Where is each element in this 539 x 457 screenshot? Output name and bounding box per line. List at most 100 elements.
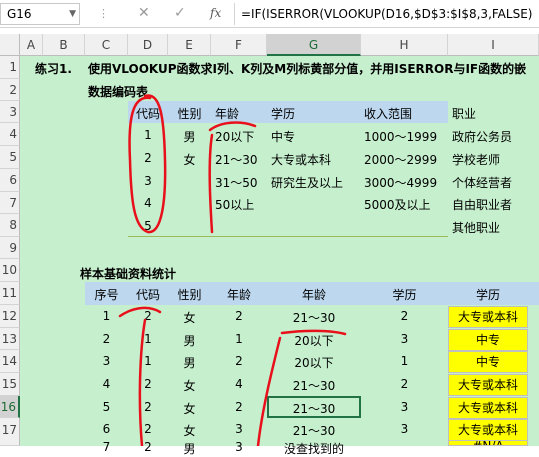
row-header-3[interactable]: 3: [0, 101, 20, 123]
table-row-age: 20以下: [294, 356, 334, 370]
table-row-gender: 男: [183, 356, 196, 370]
formula-bar: G16 ▼ ⋮ ✕ ✓ fx =IF(ISERROR(VLOOKUP(D16,$…: [0, 0, 539, 28]
row-header-17[interactable]: 17: [0, 418, 20, 446]
sample-header-code: 代码: [135, 288, 160, 302]
table-row-age: 21～30: [292, 311, 336, 325]
code-cell: 2: [144, 151, 152, 165]
age-cell: 31～50: [215, 176, 258, 190]
column-header-h[interactable]: H: [361, 34, 448, 56]
table-row-education-code: 3: [400, 422, 409, 436]
code-cell: 4: [144, 196, 152, 210]
table-row-code: 2: [144, 440, 152, 454]
table-row-gender: 女: [183, 311, 196, 325]
row-header-9[interactable]: 9: [0, 237, 20, 259]
code-table-header-age: 年龄: [215, 107, 240, 121]
row-header-12[interactable]: 12: [0, 305, 20, 328]
job-cell: 政府公务员: [452, 130, 513, 144]
code-cell: 1: [144, 128, 152, 142]
gender-cell: 男: [183, 130, 196, 144]
column-header-a[interactable]: A: [20, 34, 43, 56]
sample-header-education-code: 学历: [392, 288, 417, 302]
row-header-11[interactable]: 11: [0, 282, 20, 305]
code-table-header-code: 代码: [135, 107, 160, 121]
code-cell: 5: [144, 219, 152, 233]
code-table-header-income: 收入范围: [364, 107, 413, 121]
table-row-education[interactable]: #N/A: [448, 440, 528, 446]
cancel-icon[interactable]: ✕: [138, 5, 150, 21]
row-header-6[interactable]: 6: [0, 169, 20, 192]
row-header-10[interactable]: 10: [0, 259, 20, 282]
row-header-15[interactable]: 15: [0, 373, 20, 396]
table-row-education-code: 1: [400, 354, 409, 368]
table-row-education-code: 3: [400, 332, 409, 346]
table-row-index: 2: [102, 332, 111, 346]
table-row-education[interactable]: 中专: [448, 351, 528, 373]
code-table-header-job: 职业: [452, 107, 477, 121]
table-row-education[interactable]: 大专或本科: [448, 419, 528, 441]
column-header-e[interactable]: E: [168, 34, 211, 56]
table-row-education[interactable]: 中专: [448, 329, 528, 351]
table-row-age-code: 3: [235, 440, 243, 454]
table-row-gender: 男: [183, 334, 196, 348]
row-header-7[interactable]: 7: [0, 192, 20, 214]
select-all-corner[interactable]: [0, 34, 20, 56]
row-header-5[interactable]: 5: [0, 146, 20, 169]
income-cell: 5000及以上: [364, 198, 431, 212]
table-row-age-code: 4: [235, 377, 243, 391]
table-row-education[interactable]: 大专或本科: [448, 306, 528, 328]
column-header-g[interactable]: G: [267, 34, 361, 56]
sample-header-education: 学历: [475, 288, 500, 302]
code-table-header-education: 学历: [271, 107, 296, 121]
table-row-code: 2: [144, 400, 152, 414]
table-row-index: 6: [102, 422, 111, 436]
table-row-age-code: 1: [235, 332, 243, 346]
drag-handle-icon[interactable]: ⋮: [98, 7, 110, 20]
table-row-index: 5: [102, 400, 111, 414]
age-cell: 20以下: [215, 130, 255, 144]
row-header-2[interactable]: 2: [0, 79, 20, 101]
table-row-age: 21～30: [292, 424, 336, 438]
exercise-instruction: 使用VLOOKUP函数求I列、K列及M列标黄部分值，并用ISERROR与IF函数…: [88, 62, 527, 76]
education-cell: 中专: [271, 130, 296, 144]
table-row-age-code: 3: [235, 422, 243, 436]
row-header-4[interactable]: 4: [0, 123, 20, 146]
job-cell: 个体经营者: [452, 176, 513, 190]
name-box-value: G16: [7, 7, 32, 21]
table-row-code: 2: [144, 377, 152, 391]
row-header-13[interactable]: 13: [0, 328, 20, 350]
row-header-1[interactable]: 1: [0, 56, 20, 79]
job-cell: 自由职业者: [452, 198, 513, 212]
formula-input[interactable]: =IF(ISERROR(VLOOKUP(D16,$D$3:$I$8,3,FALS…: [234, 3, 532, 25]
table-row-gender: 女: [183, 379, 196, 393]
spreadsheet-grid: A B C D E F G H I 1 2 3 4 5 6 7 8 9 10 1…: [0, 28, 539, 456]
table-row-index: 3: [102, 354, 111, 368]
sample-header-age-code: 年龄: [226, 288, 251, 302]
row-header-8[interactable]: 8: [0, 214, 20, 237]
table-row-age-code: 2: [235, 400, 243, 414]
confirm-icon[interactable]: ✓: [174, 5, 186, 21]
table-row-age-code: 2: [235, 309, 243, 323]
job-cell: 其他职业: [452, 221, 501, 235]
table-row-education[interactable]: 大专或本科: [448, 374, 528, 396]
column-header-d[interactable]: D: [128, 34, 168, 56]
table-row-code: 2: [144, 309, 152, 323]
table-bottom-rule: [128, 236, 448, 237]
column-header-b[interactable]: B: [43, 34, 85, 56]
name-box[interactable]: G16 ▼: [0, 3, 80, 25]
table-row-gender: 男: [183, 442, 196, 456]
table-row-gender: 女: [183, 424, 196, 438]
column-header-f[interactable]: F: [211, 34, 267, 56]
column-header-c[interactable]: C: [85, 34, 128, 56]
sample-header-index: 序号: [94, 288, 119, 302]
table-row-code: 1: [144, 332, 152, 346]
code-cell: 3: [144, 174, 152, 188]
table-row-gender: 女: [183, 402, 196, 416]
column-header-i[interactable]: I: [448, 34, 539, 56]
chevron-down-icon[interactable]: ▼: [69, 4, 76, 24]
age-cell: 21～30: [215, 153, 258, 167]
table-row-education[interactable]: 大专或本科: [448, 397, 528, 419]
insert-function-icon[interactable]: fx: [210, 6, 221, 20]
row-header-16[interactable]: 16: [0, 396, 20, 418]
sample-header-gender: 性别: [177, 288, 202, 302]
row-header-14[interactable]: 14: [0, 350, 20, 373]
